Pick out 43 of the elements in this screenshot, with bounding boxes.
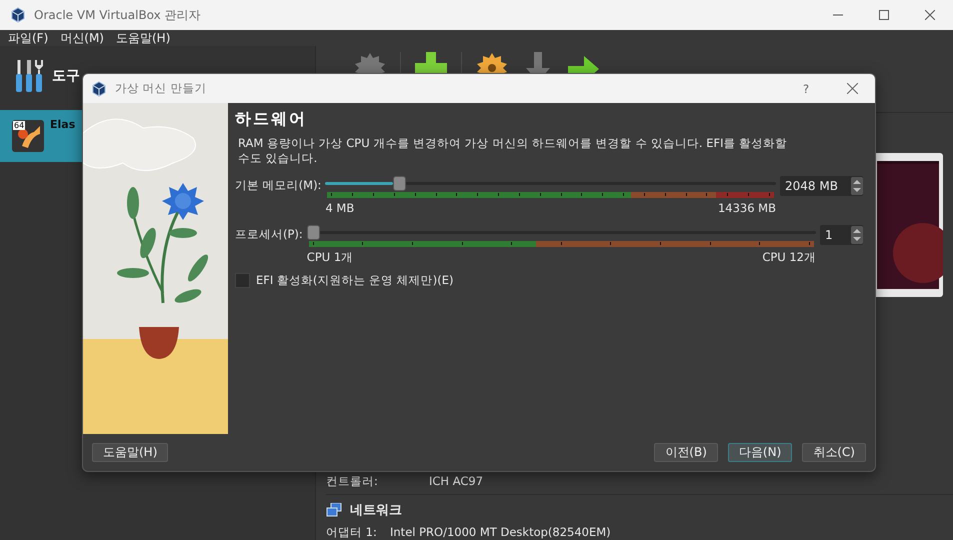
- menu-item[interactable]: 도움말(H): [116, 30, 170, 46]
- slider-thumb[interactable]: [306, 225, 320, 240]
- detail-value: Intel PRO/1000 MT Desktop(82540EM): [390, 525, 611, 539]
- menu-item[interactable]: 머신(M): [60, 30, 104, 46]
- spin-box[interactable]: 2048 MB: [780, 176, 863, 196]
- slider-label: 프로세서(P):: [235, 226, 303, 242]
- maximize-icon[interactable]: [879, 10, 889, 20]
- checkbox[interactable]: [235, 273, 250, 288]
- help-button[interactable]: 도움말(H): [92, 443, 168, 462]
- spin-box[interactable]: 1: [820, 225, 863, 245]
- max-label: 14336 MB: [718, 201, 776, 215]
- vm-name: Elas: [50, 118, 76, 131]
- slider-label: 기본 메모리(M):: [235, 177, 322, 193]
- help-button[interactable]: ?: [791, 82, 821, 96]
- app-logo-icon: [91, 80, 107, 96]
- tools-icon[interactable]: [14, 60, 44, 92]
- dialog-button[interactable]: 취소(C): [802, 443, 866, 462]
- window-title: Oracle VM VirtualBox 관리자: [34, 6, 201, 24]
- min-label: 4 MB: [325, 201, 354, 215]
- spin-arrows-icon[interactable]: [851, 226, 863, 244]
- network-icon: [326, 503, 342, 517]
- dialog-button[interactable]: 다음(N): [728, 443, 792, 462]
- dialog-button[interactable]: 이전(B): [654, 443, 718, 462]
- slider[interactable]: [325, 176, 776, 190]
- page-heading: 하드웨어: [235, 109, 308, 130]
- close-icon[interactable]: [846, 83, 858, 94]
- os-icon: 64: [12, 120, 44, 152]
- dialog-title: 가상 머신 만들기: [115, 81, 206, 96]
- max-label: CPU 12개: [762, 250, 816, 265]
- min-label: CPU 1개: [306, 250, 354, 265]
- detail-label: 어댑터 1:: [326, 525, 378, 539]
- checkbox-label[interactable]: EFI 활성화(지원하는 운영 체제만)(E): [256, 273, 454, 288]
- detail-label: 컨트롤러:: [326, 474, 379, 488]
- spin-arrows-icon[interactable]: [851, 177, 863, 195]
- app-logo-icon: [10, 7, 26, 23]
- section-title: 네트워크: [350, 502, 402, 519]
- close-icon[interactable]: [925, 10, 935, 20]
- slider-thumb[interactable]: [393, 176, 406, 191]
- detail-value: ICH AC97: [429, 474, 484, 488]
- tools-label: 도구: [52, 67, 80, 85]
- description: RAM 용량이나 가상 CPU 개수를 변경하여 가상 머신의 하드웨어를 변경할 수 있습니다. EFI를 활성화할 수도 있습니다.: [238, 136, 788, 166]
- menu-item[interactable]: 파일(F): [8, 30, 48, 46]
- slider[interactable]: [306, 225, 816, 239]
